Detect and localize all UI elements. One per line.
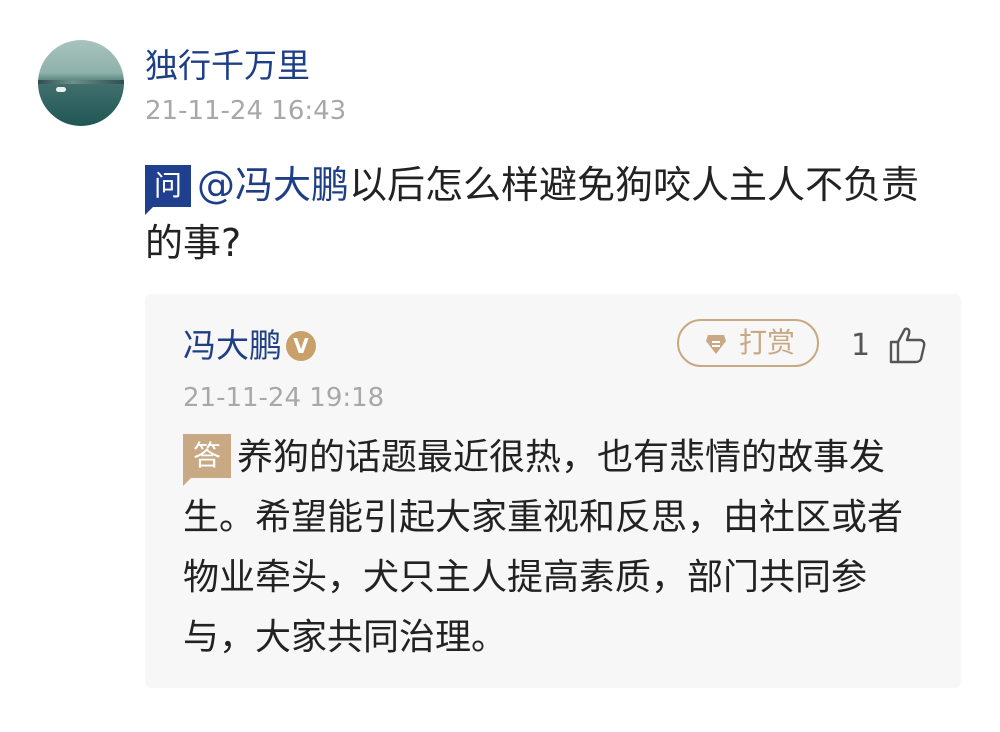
thumbs-up-icon[interactable] — [887, 324, 929, 366]
reply-author-block: 冯大鹏 V — [183, 324, 316, 368]
question-timestamp: 21-11-24 16:43 — [145, 96, 347, 126]
question-text-block: 问 @冯大鹏以后怎么样避免狗咬人主人不负责的事? — [145, 156, 945, 272]
answer-badge: 答 — [183, 434, 231, 486]
verified-v-icon: V — [286, 331, 316, 361]
mention-link[interactable]: @冯大鹏 — [197, 163, 349, 207]
avatar-horizon — [38, 80, 124, 84]
reply-author-name[interactable]: 冯大鹏 — [183, 326, 282, 365]
reward-gem-icon — [706, 335, 726, 354]
like-count: 1 — [851, 328, 871, 363]
reply-card: 冯大鹏 V 打赏 1 21-11-24 19:18 答养狗的话题最近很热，也有悲情… — [145, 294, 961, 688]
question-author-name[interactable]: 独行千万里 — [145, 44, 310, 88]
answer-text-block: 答养狗的话题最近很热，也有悲情的故事发生。希望能引起大家重视和反思，由社区或者物… — [183, 428, 923, 668]
tip-button-label: 打赏 — [739, 326, 796, 359]
reply-timestamp: 21-11-24 19:18 — [183, 383, 385, 413]
question-badge: 问 — [145, 165, 191, 215]
avatar-sun-reflection — [56, 87, 66, 92]
tip-button[interactable]: 打赏 — [677, 319, 819, 367]
avatar[interactable] — [38, 40, 124, 126]
answer-text: 养狗的话题最近很热，也有悲情的故事发生。希望能引起大家重视和反思，由社区或者物业… — [183, 437, 904, 658]
